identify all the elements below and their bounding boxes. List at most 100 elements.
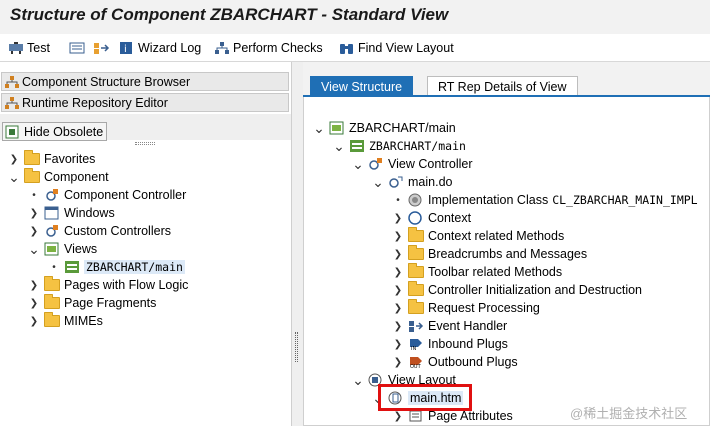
view-icon [64, 260, 80, 274]
collapse-icon[interactable]: ⌄ [313, 121, 325, 135]
expand-icon[interactable]: ❯ [392, 303, 404, 314]
title-bar: Structure of Component ZBARCHART - Stand… [0, 0, 710, 34]
view-icon [349, 139, 365, 153]
leaf-bullet-icon: • [52, 261, 56, 273]
expand-icon[interactable]: ❯ [392, 213, 404, 224]
expand-icon[interactable]: ❯ [28, 316, 40, 327]
navigate-button[interactable] [93, 38, 112, 58]
collapse-icon[interactable]: ⌄ [372, 175, 384, 189]
tree-label: Toolbar related Methods [428, 265, 563, 279]
expand-icon[interactable]: ❯ [392, 357, 404, 368]
tree-node-views[interactable]: ⌄ Views [28, 240, 97, 258]
hide-obsolete-icon [5, 125, 21, 139]
tree-label: ZBARCHART/main [84, 260, 185, 274]
tab-view-structure[interactable]: View Structure [310, 76, 414, 96]
tree-node-context[interactable]: ❯ Context [392, 209, 471, 227]
runtime-repository-editor-button[interactable]: Runtime Repository Editor [1, 93, 289, 112]
tree-label: Component [44, 170, 109, 184]
tree-node-outbound-plugs[interactable]: ❯ OUT Outbound Plugs [392, 353, 518, 371]
expand-icon[interactable]: ❯ [28, 226, 40, 237]
expand-icon[interactable]: ❯ [392, 267, 404, 278]
tree-label: Context related Methods [428, 229, 565, 243]
collapse-icon[interactable]: ⌄ [352, 157, 364, 171]
tree-node-view-controller[interactable]: ⌄ View Controller [352, 155, 473, 173]
collapse-icon[interactable]: ⌄ [352, 373, 364, 387]
vertical-splitter[interactable] [291, 62, 303, 426]
expand-icon[interactable]: ❯ [28, 298, 40, 309]
tree-label: Inbound Plugs [428, 337, 508, 351]
tree-node-favorites[interactable]: ❯ Favorites [8, 150, 95, 168]
test-button[interactable]: Test [8, 38, 50, 58]
tree-label: Page Fragments [64, 296, 157, 310]
tree-label: ZBARCHART/main [349, 121, 456, 135]
display-object-list-button[interactable] [69, 38, 88, 58]
tree-node-component-controller[interactable]: • Component Controller [28, 186, 186, 204]
tree-node-request-processing[interactable]: ❯ Request Processing [392, 299, 540, 317]
expand-icon[interactable]: ❯ [8, 154, 20, 165]
tree-label: main.do [408, 175, 453, 189]
folder-icon [408, 299, 424, 314]
expand-icon[interactable]: ❯ [392, 321, 404, 332]
tree-node-custom-controllers[interactable]: ❯ Custom Controllers [28, 222, 171, 240]
folder-icon [44, 276, 60, 291]
wizard-log-button[interactable]: i Wizard Log [119, 38, 201, 58]
context-icon [408, 211, 424, 225]
component-structure-browser-button[interactable]: Component Structure Browser [1, 72, 289, 91]
tree-node-context-methods[interactable]: ❯ Context related Methods [392, 227, 564, 245]
splitter-grip[interactable] [135, 142, 155, 145]
runtime-repository-editor-label: Runtime Repository Editor [22, 95, 168, 110]
expand-icon[interactable]: ❯ [28, 208, 40, 219]
tree-node-pages-flow-logic[interactable]: ❯ Pages with Flow Logic [28, 276, 188, 294]
tree-label: View Controller [388, 157, 473, 171]
expand-icon[interactable]: ❯ [392, 249, 404, 260]
tree-label: Favorites [44, 152, 96, 166]
tree-node-page-fragments[interactable]: ❯ Page Fragments [28, 294, 156, 312]
tree-node-toolbar-methods[interactable]: ❯ Toolbar related Methods [392, 263, 562, 281]
tree-label: Breadcrumbs and Messages [428, 247, 588, 261]
tree-label: Outbound Plugs [428, 355, 518, 369]
tab-rt-rep-details[interactable]: RT Rep Details of View [427, 76, 578, 96]
folder-icon [408, 281, 424, 296]
component-structure-browser-label: Component Structure Browser [22, 74, 191, 89]
window-icon [44, 206, 60, 220]
tree-node-implementation-class[interactable]: • Implementation Class CL_ZBARCHAR_MAIN_… [392, 191, 697, 209]
folder-icon [408, 245, 424, 260]
leaf-bullet-icon: • [396, 194, 400, 206]
find-view-layout-label: Find View Layout [358, 41, 454, 55]
collapse-icon[interactable]: ⌄ [8, 170, 20, 184]
outbound-plug-icon: OUT [408, 355, 424, 370]
window-title: Structure of Component ZBARCHART - Stand… [10, 5, 449, 24]
tree-node-component[interactable]: ⌄ Component [8, 168, 109, 186]
find-view-layout-button[interactable]: Find View Layout [339, 38, 454, 58]
expand-icon[interactable]: ❯ [392, 231, 404, 242]
tree-node-view-zbarchart-main[interactable]: • ZBARCHART/main [48, 258, 185, 276]
tree-label: Implementation Class [428, 193, 549, 207]
tree-label: Views [64, 242, 98, 256]
svg-text:OUT: OUT [410, 364, 422, 369]
hide-obsolete-button[interactable]: Hide Obsolete [2, 122, 107, 141]
tree-node-root[interactable]: ⌄ ZBARCHART/main [313, 119, 456, 137]
tree-node-main-do[interactable]: ⌄ main.do [372, 173, 452, 191]
tree-node-view[interactable]: ⌄ ZBARCHART/main [333, 137, 466, 155]
collapse-icon[interactable]: ⌄ [28, 242, 40, 256]
perform-checks-button[interactable]: Perform Checks [214, 38, 323, 58]
tree-node-windows[interactable]: ❯ Windows [28, 204, 115, 222]
expand-icon[interactable]: ❯ [28, 280, 40, 291]
folder-icon [408, 227, 424, 242]
tree-node-event-handler[interactable]: ❯ Event Handler [392, 317, 507, 335]
tree-label: Request Processing [428, 301, 540, 315]
svg-text:IN: IN [411, 346, 416, 351]
component-icon [329, 121, 345, 135]
tree-node-inbound-plugs[interactable]: ❯ IN Inbound Plugs [392, 335, 508, 353]
expand-icon[interactable]: ❯ [392, 285, 404, 296]
expand-icon[interactable]: ❯ [392, 339, 404, 350]
tree-node-mimes[interactable]: ❯ MIMEs [28, 312, 103, 330]
collapse-icon[interactable]: ⌄ [333, 139, 345, 153]
splitter-handle[interactable] [295, 332, 298, 362]
tree-node-breadcrumbs[interactable]: ❯ Breadcrumbs and Messages [392, 245, 587, 263]
tree-node-controller-init[interactable]: ❯ Controller Initialization and Destruct… [392, 281, 642, 299]
leaf-bullet-icon: • [32, 189, 36, 201]
tree-label: Context [428, 211, 472, 225]
binoculars-icon [339, 41, 355, 55]
expand-icon[interactable]: ❯ [392, 411, 404, 422]
